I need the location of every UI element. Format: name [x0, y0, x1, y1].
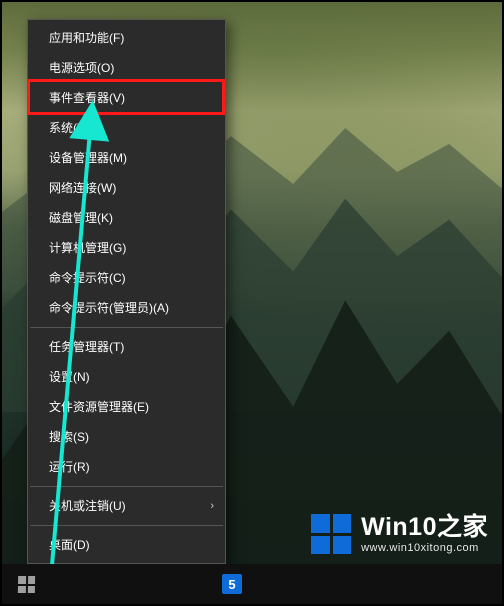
menu-item-label: 计算机管理(G) — [49, 241, 126, 255]
watermark-url: www.win10xitong.com — [361, 542, 488, 554]
menu-item-label: 搜索(S) — [49, 430, 89, 444]
menu-item-label: 系统(Y) — [49, 121, 89, 135]
menu-item[interactable]: 电源选项(O) — [29, 53, 224, 83]
menu-item[interactable]: 桌面(D) — [29, 530, 224, 560]
menu-item[interactable]: 命令提示符(C) — [29, 263, 224, 293]
menu-item[interactable]: 计算机管理(G) — [29, 233, 224, 263]
chevron-right-icon: › — [210, 491, 214, 521]
menu-item-label: 事件查看器(V) — [49, 91, 125, 105]
menu-item[interactable]: 命令提示符(管理员)(A) — [29, 293, 224, 323]
menu-item[interactable]: 运行(R) — [29, 452, 224, 482]
menu-item-label: 网络连接(W) — [49, 181, 116, 195]
menu-item[interactable]: 应用和功能(F) — [29, 23, 224, 53]
menu-item-label: 桌面(D) — [49, 538, 90, 552]
menu-item-label: 磁盘管理(K) — [49, 211, 113, 225]
menu-item-label: 电源选项(O) — [49, 61, 114, 75]
taskbar: 5 — [2, 564, 502, 604]
winx-context-menu: 应用和功能(F) 电源选项(O) 事件查看器(V) 系统(Y) 设备管理器(M) 网络连接… — [27, 19, 226, 564]
menu-item-label: 运行(R) — [49, 460, 90, 474]
menu-item-label: 文件资源管理器(E) — [49, 400, 149, 414]
watermark-windows-icon — [311, 514, 351, 554]
menu-item-label: 关机或注销(U) — [49, 499, 126, 513]
app-badge: 5 — [222, 574, 242, 594]
menu-separator — [30, 486, 223, 487]
menu-item[interactable]: 系统(Y) — [29, 113, 224, 143]
menu-item[interactable]: 事件查看器(V) — [29, 83, 224, 113]
menu-item-label: 应用和功能(F) — [49, 31, 124, 45]
taskbar-app-icon[interactable]: 5 — [210, 564, 254, 604]
menu-item-label: 任务管理器(T) — [49, 340, 124, 354]
menu-item[interactable]: 设置(N) — [29, 362, 224, 392]
menu-item[interactable]: 搜索(S) — [29, 422, 224, 452]
watermark-title: Win10之家 — [361, 515, 488, 540]
menu-item[interactable]: 网络连接(W) — [29, 173, 224, 203]
menu-item-label: 命令提示符(管理员)(A) — [49, 301, 169, 315]
windows-logo-icon — [17, 576, 34, 593]
start-button[interactable] — [2, 564, 50, 604]
menu-item[interactable]: 文件资源管理器(E) — [29, 392, 224, 422]
menu-separator — [30, 525, 223, 526]
menu-item[interactable]: 关机或注销(U) › — [29, 491, 224, 521]
menu-item-label: 命令提示符(C) — [49, 271, 126, 285]
menu-item-label: 设备管理器(M) — [49, 151, 127, 165]
menu-item[interactable]: 磁盘管理(K) — [29, 203, 224, 233]
menu-separator — [30, 327, 223, 328]
watermark: Win10之家 www.win10xitong.com — [311, 514, 488, 554]
menu-item[interactable]: 设备管理器(M) — [29, 143, 224, 173]
menu-item[interactable]: 任务管理器(T) — [29, 332, 224, 362]
menu-item-label: 设置(N) — [49, 370, 90, 384]
